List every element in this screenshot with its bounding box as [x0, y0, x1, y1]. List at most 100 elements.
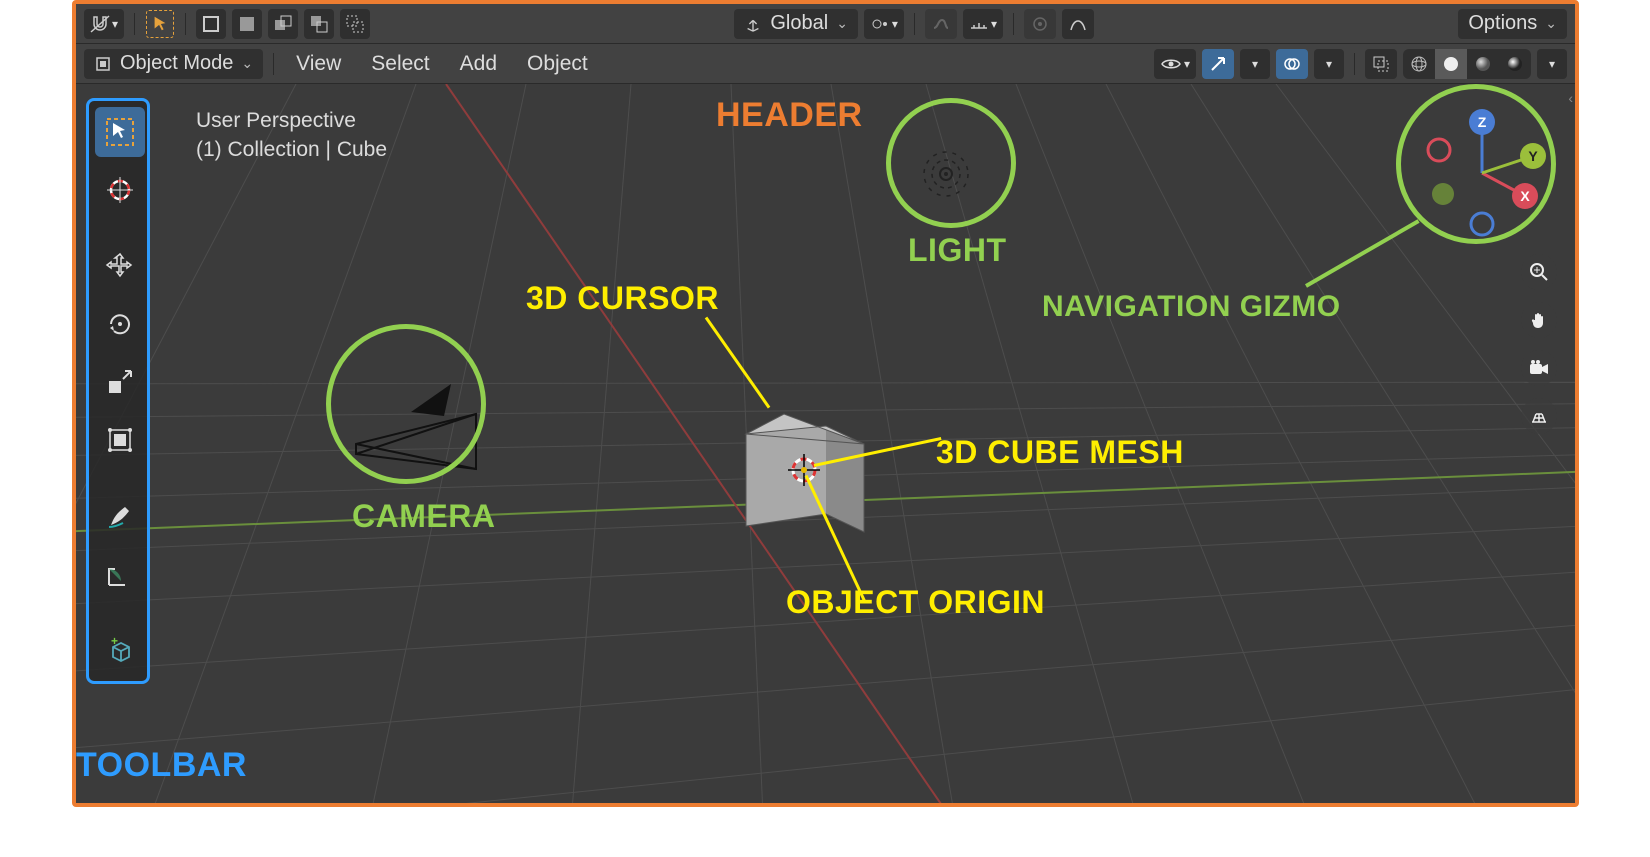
annotation-circle-camera [326, 324, 486, 484]
svg-text:+: + [111, 635, 118, 648]
rotate-icon [105, 309, 135, 339]
square-outline-icon [202, 15, 220, 33]
blender-3d-viewport-window: ▾ Global ⌄ ▾ ▾ [72, 0, 1579, 807]
header-row-1: ▾ Global ⌄ ▾ ▾ [76, 4, 1575, 44]
tool-move[interactable] [95, 241, 145, 291]
mode-label: Object Mode [120, 52, 233, 75]
annotation-object-origin: OBJECT ORIGIN [786, 584, 1045, 621]
snap-increment-icon [969, 14, 989, 34]
menu-add[interactable]: Add [448, 49, 509, 79]
shading-solid[interactable] [1435, 49, 1467, 79]
select-tool-indicator[interactable] [145, 9, 175, 39]
camera-icon [1528, 358, 1550, 378]
context-label: (1) Collection | Cube [196, 135, 387, 164]
xray-toggle[interactable] [1365, 49, 1397, 79]
overlays-toggle[interactable] [1276, 49, 1308, 79]
magnet-icon [90, 14, 110, 34]
measure-ruler-icon [105, 559, 135, 589]
transform-orientation-label: Global [770, 12, 828, 35]
chevron-down-icon: ⌄ [1545, 15, 1557, 32]
proportional-circle-icon [1030, 14, 1050, 34]
viewport-nav-buttons [1521, 254, 1557, 434]
pivot-dropdown[interactable]: ▾ [864, 9, 904, 39]
square-solid-icon [238, 15, 256, 33]
snap-options-dropdown[interactable]: ▾ [963, 9, 1003, 39]
pan-button[interactable] [1521, 302, 1557, 338]
3d-viewport[interactable]: User Perspective (1) Collection | Cube [76, 84, 1575, 803]
shading-material[interactable] [1467, 49, 1499, 79]
toolbar: + [86, 98, 150, 684]
options-label: Options [1468, 12, 1537, 35]
perspective-label: User Perspective [196, 106, 387, 135]
annotation-cube-mesh: 3D CUBE MESH [936, 434, 1184, 471]
tool-add-primitive[interactable]: + [95, 625, 145, 675]
rendered-sphere-icon [1505, 54, 1525, 74]
mode-dropdown[interactable]: Object Mode ⌄ [84, 49, 263, 79]
n-panel-toggle[interactable]: ‹ [1568, 90, 1573, 106]
select-box-icon [103, 115, 137, 149]
separator [1013, 13, 1014, 35]
falloff-icon [1068, 14, 1088, 34]
menu-object[interactable]: Object [515, 49, 600, 79]
material-sphere-icon [1473, 54, 1493, 74]
annotation-circle-gizmo [1396, 84, 1556, 244]
solid-sphere-icon [1441, 54, 1461, 74]
annotation-header: HEADER [716, 96, 863, 135]
separator [185, 13, 186, 35]
viewport-info-overlay: User Perspective (1) Collection | Cube [196, 106, 387, 165]
proportional-falloff-dropdown[interactable] [1062, 9, 1094, 39]
magnet-snap-dropdown[interactable]: ▾ [84, 9, 124, 39]
tool-cursor[interactable] [95, 165, 145, 215]
overlays-options-dropdown[interactable]: ▾ [1314, 49, 1344, 79]
selection-mode-3[interactable] [268, 9, 298, 39]
tool-scale[interactable] [95, 357, 145, 407]
visibility-dropdown[interactable]: ▾ [1154, 49, 1196, 79]
gizmo-toggle[interactable] [1202, 49, 1234, 79]
object-mode-icon [94, 55, 112, 73]
tool-transform[interactable] [95, 415, 145, 465]
move-icon [105, 251, 135, 281]
separator [914, 13, 915, 35]
selection-mode-2[interactable] [232, 9, 262, 39]
tool-rotate[interactable] [95, 299, 145, 349]
xray-icon [1371, 54, 1391, 74]
squares-intersect-icon [346, 15, 364, 33]
annotate-pencil-icon [105, 501, 135, 531]
header-row-2: Object Mode ⌄ View Select Add Object ▾ ▾… [76, 44, 1575, 84]
cursor-arrow-icon [151, 15, 169, 33]
annotation-circle-light [886, 98, 1016, 228]
annotation-toolbar: TOOLBAR [76, 746, 247, 785]
camera-view-button[interactable] [1521, 350, 1557, 386]
pivot-icon [870, 14, 890, 34]
gizmo-options-dropdown[interactable]: ▾ [1240, 49, 1270, 79]
tool-measure[interactable] [95, 549, 145, 599]
separator [1354, 53, 1355, 75]
shading-wireframe[interactable] [1403, 49, 1435, 79]
squares-overlap-icon [274, 15, 292, 33]
options-dropdown[interactable]: Options ⌄ [1458, 9, 1567, 39]
zoom-button[interactable] [1521, 254, 1557, 290]
transform-orientation-dropdown[interactable]: Global ⌄ [734, 9, 858, 39]
annotation-3d-cursor: 3D CURSOR [526, 280, 719, 317]
tool-annotate[interactable] [95, 491, 145, 541]
overlays-icon [1282, 54, 1302, 74]
selection-mode-1[interactable] [196, 9, 226, 39]
chevron-down-icon: ⌄ [241, 55, 253, 72]
cube-mesh[interactable] [706, 384, 886, 564]
grid-perspective-icon [1529, 406, 1549, 426]
add-cube-icon: + [105, 635, 135, 665]
selection-mode-4[interactable] [304, 9, 334, 39]
snap-toggle[interactable] [925, 9, 957, 39]
menu-select[interactable]: Select [359, 49, 441, 79]
eye-icon [1160, 55, 1182, 73]
menu-view[interactable]: View [284, 49, 353, 79]
perspective-toggle-button[interactable] [1521, 398, 1557, 434]
hand-icon [1529, 310, 1549, 330]
shading-rendered[interactable] [1499, 49, 1531, 79]
scale-icon [105, 367, 135, 397]
proportional-edit-toggle[interactable] [1024, 9, 1056, 39]
selection-mode-5[interactable] [340, 9, 370, 39]
tool-select-box[interactable] [95, 107, 145, 157]
separator [273, 53, 274, 75]
shading-options-dropdown[interactable]: ▾ [1537, 49, 1567, 79]
